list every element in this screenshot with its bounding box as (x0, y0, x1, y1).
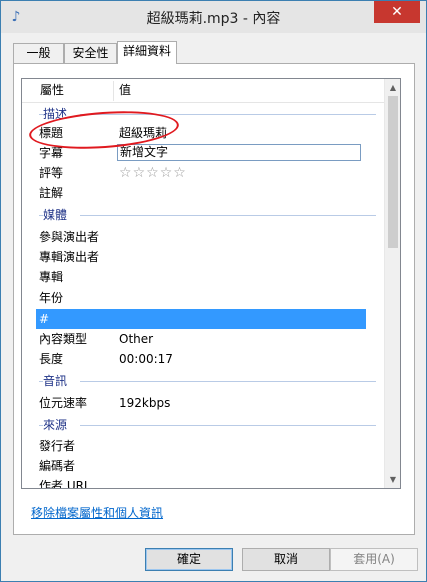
title-bar[interactable]: ♪ 超級瑪莉.mp3 - 內容 ✕ (1, 1, 426, 33)
tab-security[interactable]: 安全性 (64, 43, 117, 63)
property-label: 專輯 (39, 270, 64, 284)
row-track-number[interactable]: # (36, 309, 366, 329)
row-genre[interactable]: 內容類型 Other (22, 329, 384, 349)
group-label: 音訊 (43, 371, 72, 391)
property-label: 位元速率 (39, 396, 88, 410)
rating-stars[interactable]: ☆☆☆☆☆ (119, 163, 187, 183)
scrollbar-thumb[interactable] (388, 96, 398, 248)
apply-button[interactable]: 套用(A) (330, 548, 418, 571)
cancel-button[interactable]: 取消 (242, 548, 330, 571)
group-audio: 音訊 (22, 371, 384, 391)
ok-button[interactable]: 確定 (145, 548, 233, 571)
vertical-scrollbar[interactable]: ▲ ▼ (384, 79, 400, 488)
subtitle-edit-field[interactable]: 新增文字 (117, 144, 361, 161)
property-label: 評等 (39, 166, 64, 180)
star-icon[interactable]: ☆ (173, 165, 187, 181)
arrow-down-icon[interactable]: ▼ (385, 471, 400, 488)
window-title: 超級瑪莉.mp3 - 內容 (146, 11, 281, 27)
property-value: 00:00:17 (119, 352, 173, 366)
group-line (80, 381, 376, 382)
star-icon[interactable]: ☆ (160, 165, 174, 181)
row-publisher[interactable]: 發行者 (22, 436, 384, 456)
row-album[interactable]: 專輯 (22, 267, 384, 287)
row-year[interactable]: 年份 (22, 288, 384, 308)
star-icon[interactable]: ☆ (133, 165, 147, 181)
property-label: 長度 (39, 352, 64, 366)
properties-window: ♪ 超級瑪莉.mp3 - 內容 ✕ 一般 安全性 詳細資料 屬性 值 描述 標題… (0, 0, 427, 582)
tab-details[interactable]: 詳細資料 (117, 41, 177, 64)
group-label: 媒體 (43, 205, 72, 225)
property-label: 專輯演出者 (39, 250, 100, 264)
column-separator[interactable] (113, 81, 114, 101)
close-button[interactable]: ✕ (374, 1, 420, 23)
property-value: 192kbps (119, 396, 171, 410)
group-origin: 來源 (22, 415, 384, 435)
group-line (80, 215, 376, 216)
property-value: Other (119, 332, 154, 346)
property-label: # (39, 312, 50, 326)
star-icon[interactable]: ☆ (119, 165, 133, 181)
column-header-property[interactable]: 屬性 (40, 79, 64, 102)
property-label: 作者 URL (39, 479, 91, 489)
row-album-artist[interactable]: 專輯演出者 (22, 247, 384, 267)
row-author-url[interactable]: 作者 URL (22, 476, 384, 489)
tab-general[interactable]: 一般 (13, 43, 64, 63)
row-comments[interactable]: 註解 (22, 183, 384, 203)
row-rating[interactable]: 評等 ☆☆☆☆☆ (22, 163, 384, 183)
row-bit-rate[interactable]: 位元速率 192kbps (22, 393, 384, 413)
row-contributing-artists[interactable]: 參與演出者 (22, 227, 384, 247)
row-length[interactable]: 長度 00:00:17 (22, 349, 384, 369)
star-icon[interactable]: ☆ (146, 165, 160, 181)
property-label: 發行者 (39, 439, 76, 453)
listview-header: 屬性 值 (22, 79, 384, 103)
property-label: 內容類型 (39, 332, 88, 346)
property-label: 參與演出者 (39, 230, 100, 244)
group-line (80, 425, 376, 426)
property-label: 註解 (39, 186, 64, 200)
column-header-value[interactable]: 值 (119, 79, 131, 102)
remove-properties-link[interactable]: 移除檔案屬性和個人資訊 (31, 504, 163, 521)
property-label: 年份 (39, 291, 64, 305)
group-media: 媒體 (22, 205, 384, 225)
arrow-up-icon[interactable]: ▲ (385, 79, 400, 96)
row-encoded-by[interactable]: 編碼者 (22, 456, 384, 476)
group-label: 來源 (43, 415, 72, 435)
property-label: 編碼者 (39, 459, 76, 473)
